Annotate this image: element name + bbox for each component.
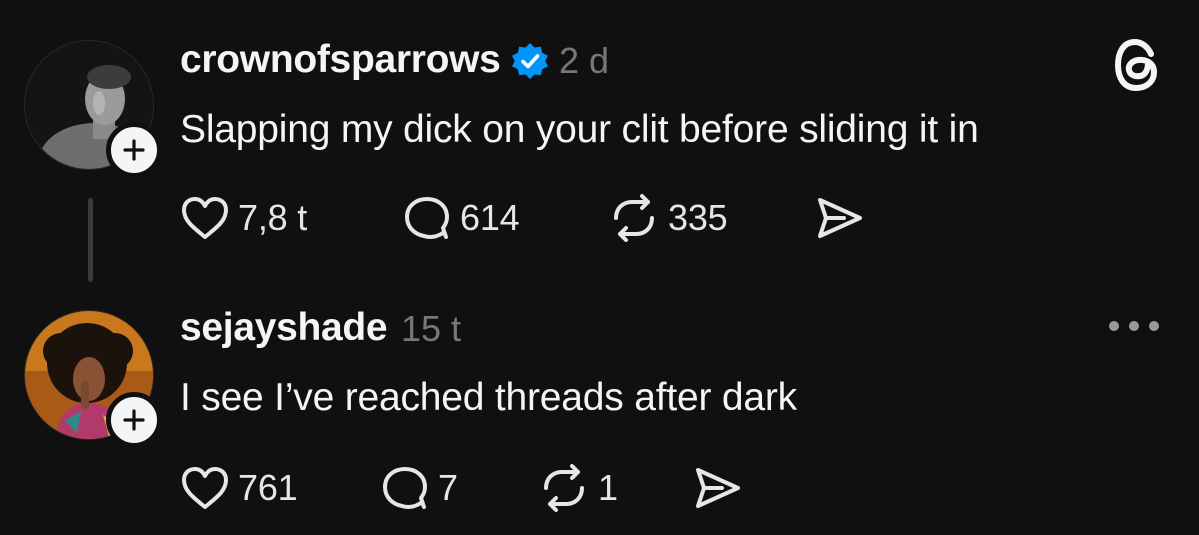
- post-time: 2 d: [559, 40, 610, 81]
- username[interactable]: sejayshade: [180, 306, 388, 350]
- plus-icon: [123, 409, 145, 431]
- username[interactable]: crownofsparrows: [180, 38, 501, 82]
- dot: [1149, 321, 1159, 331]
- repost-count: 1: [598, 467, 618, 508]
- thread-connector-line: [88, 198, 93, 282]
- dot: [1109, 321, 1119, 331]
- like-button[interactable]: 7,8 t: [180, 195, 402, 241]
- like-count: 7,8 t: [238, 197, 308, 238]
- send-icon: [818, 198, 862, 238]
- send-icon: [696, 468, 740, 508]
- repost-icon: [614, 194, 654, 242]
- heart-icon: [182, 467, 228, 509]
- post-time: 15 t: [401, 308, 462, 349]
- thread-post: crownofsparrows 2 d Slapping my dick on …: [0, 0, 1199, 290]
- repost-icon: [544, 464, 584, 512]
- action-bar: 7,8 t 614 335: [180, 190, 864, 246]
- comment-bubble-icon: [405, 197, 449, 239]
- heart-icon: [182, 197, 228, 239]
- repost-button[interactable]: 1: [538, 464, 692, 512]
- share-button[interactable]: [692, 466, 742, 510]
- reply-count: 614: [460, 197, 520, 238]
- verified-badge-icon: [511, 42, 549, 80]
- post-text: I see I’ve reached threads after dark: [180, 376, 797, 419]
- thread-post: sejayshade 15 t I see I’ve reached threa…: [0, 290, 1199, 535]
- share-button[interactable]: [814, 196, 864, 240]
- reply-button[interactable]: 7: [380, 464, 538, 512]
- avatar-wrap: [24, 310, 162, 448]
- like-button[interactable]: 761: [180, 465, 380, 511]
- post-text: Slapping my dick on your clit before sli…: [180, 108, 979, 151]
- repost-count: 335: [668, 197, 728, 238]
- like-count: 761: [238, 467, 298, 508]
- follow-button[interactable]: [106, 392, 162, 448]
- plus-icon: [123, 139, 145, 161]
- dot: [1129, 321, 1139, 331]
- reply-count: 7: [438, 467, 458, 508]
- more-options-icon[interactable]: [1109, 318, 1159, 334]
- avatar-wrap: [24, 40, 162, 178]
- action-bar: 761 7 1: [180, 460, 742, 516]
- repost-button[interactable]: 335: [608, 194, 814, 242]
- comment-bubble-icon: [383, 467, 427, 509]
- follow-button[interactable]: [106, 122, 162, 178]
- reply-button[interactable]: 614: [402, 194, 608, 242]
